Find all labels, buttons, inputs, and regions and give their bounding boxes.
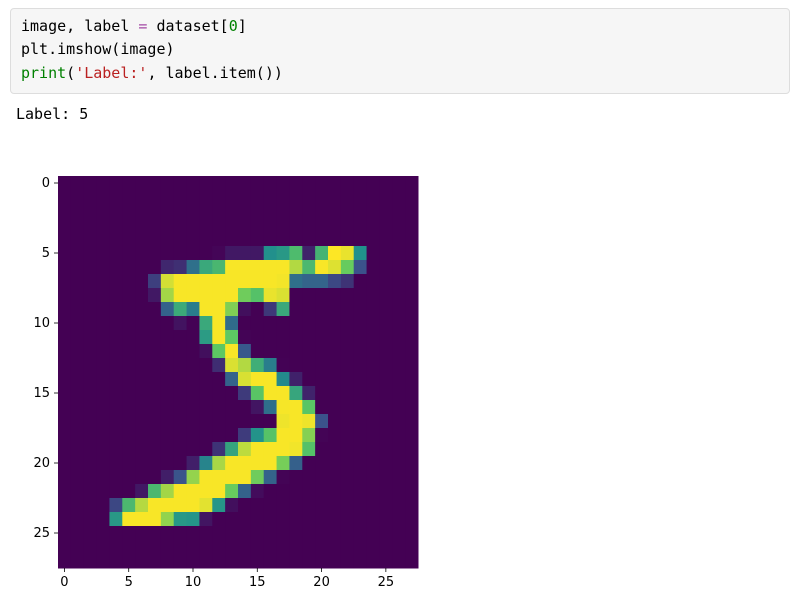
- plot-svg: 0 5 10 15 20 25 0 5 10 15 20 25: [12, 168, 442, 598]
- code-cell: image, label = dataset[0] plt.imshow(ima…: [10, 8, 790, 94]
- svg-text:25: 25: [378, 575, 395, 590]
- svg-text:10: 10: [185, 575, 202, 590]
- code-line-2: plt.imshow(image): [21, 40, 175, 58]
- code-line-3: print('Label:', label.item()): [21, 64, 283, 82]
- svg-text:15: 15: [249, 575, 266, 590]
- svg-text:25: 25: [33, 526, 50, 541]
- code-line-1: image, label = dataset[0]: [21, 17, 247, 35]
- svg-text:0: 0: [60, 575, 68, 590]
- svg-text:5: 5: [125, 575, 133, 590]
- stdout-output: Label: 5: [10, 94, 790, 125]
- svg-text:10: 10: [33, 316, 50, 331]
- output-line-1: Label: 5: [16, 105, 88, 123]
- svg-text:15: 15: [33, 386, 50, 401]
- svg-text:20: 20: [33, 456, 50, 471]
- mnist-image-plot: 0 5 10 15 20 25 0 5 10 15 20 25: [12, 168, 442, 598]
- svg-text:20: 20: [313, 575, 330, 590]
- svg-text:5: 5: [42, 246, 50, 261]
- svg-text:0: 0: [42, 176, 50, 191]
